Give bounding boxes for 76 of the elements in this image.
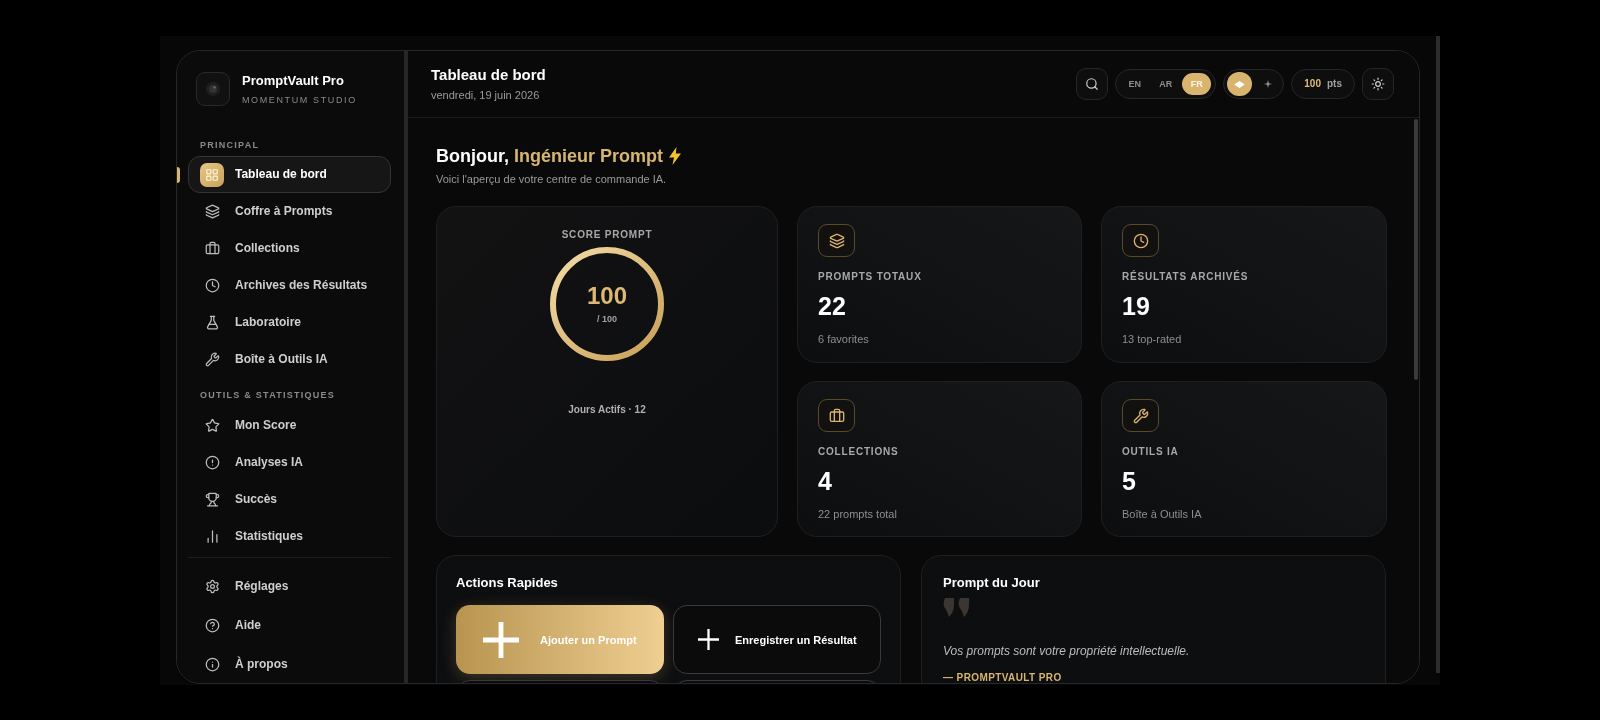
lightning-icon — [669, 147, 682, 165]
diamond-icon — [1234, 80, 1246, 88]
bar-chart-icon — [204, 529, 220, 544]
plus-icon — [483, 621, 519, 658]
layers-icon — [818, 224, 855, 257]
stat-value: 4 — [818, 466, 832, 496]
page-title: Tableau de bord — [431, 66, 546, 84]
quote-author: — PROMPTVAULT PRO — [943, 672, 1062, 683]
star-icon — [204, 418, 220, 433]
quote-text: Vos prompts sont votre propriété intellectuelle. — [943, 644, 1190, 659]
sidebar-item[interactable]: Statistiques — [188, 518, 391, 555]
language-option[interactable]: EN — [1120, 73, 1150, 95]
clock-icon — [204, 278, 220, 293]
theme-button[interactable] — [1362, 68, 1394, 100]
grid-icon — [200, 162, 224, 187]
stat-note: 13 top-rated — [1122, 332, 1182, 346]
sun-icon — [1371, 77, 1385, 91]
score-label: SCORE PROMPT — [561, 229, 653, 241]
sidebar-item[interactable]: Archives des Résultats — [188, 267, 391, 304]
info-icon — [204, 657, 220, 672]
briefcase-icon — [818, 399, 855, 432]
sidebar-item[interactable]: Laboratoire — [188, 304, 391, 341]
greeting-heading: Bonjour, Ingénieur Prompt — [436, 145, 664, 167]
page-date: vendredi, 19 juin 2026 — [431, 89, 541, 102]
sidebar-item[interactable]: Succès — [188, 481, 391, 518]
clock-icon — [1122, 224, 1159, 257]
stat-value: 5 — [1122, 466, 1136, 496]
stat-label: OUTILS IA — [1122, 445, 1179, 458]
settings-icon — [204, 579, 220, 594]
theme-option[interactable] — [1227, 72, 1253, 96]
quote-icon — [943, 598, 971, 617]
stat-label: PROMPTS TOTAUX — [818, 270, 922, 283]
plus-icon — [698, 629, 719, 650]
sidebar-item[interactable]: Collections — [188, 230, 391, 267]
card-title: Prompt du Jour — [943, 575, 1040, 591]
help-icon — [204, 618, 220, 633]
points-value: 100 — [1304, 78, 1321, 90]
section-label: OUTILS & STATISTIQUES — [200, 390, 336, 401]
active-days: Jours Actifs · 12 — [568, 404, 646, 416]
trophy-icon — [204, 492, 220, 507]
sidebar-item[interactable]: Boîte à Outils IA — [188, 341, 391, 378]
sidebar-item[interactable]: Analyses IA — [188, 444, 391, 481]
wrench-icon — [204, 352, 220, 367]
sidebar-item[interactable]: Coffre à Prompts — [188, 193, 391, 230]
sidebar-item[interactable]: Aide — [188, 606, 391, 645]
section-label: PRINCIPAL — [200, 140, 260, 151]
stat-value: 22 — [818, 291, 846, 321]
brand-name: PromptVault Pro — [242, 72, 345, 89]
sidebar-item[interactable]: Mon Score — [188, 407, 391, 444]
points-unit: pts — [1327, 78, 1342, 90]
action-button[interactable]: Enregistrer un Résultat — [673, 605, 881, 674]
card-title: Actions Rapides — [456, 575, 559, 591]
wrench-icon — [1122, 399, 1159, 432]
sidebar-item[interactable]: À propos — [188, 645, 391, 683]
stat-note: 6 favorites — [818, 332, 869, 346]
stat-label: RÉSULTATS ARCHIVÉS — [1122, 270, 1249, 283]
stat-note: Boîte à Outils IA — [1122, 507, 1202, 521]
flask-icon — [204, 315, 220, 330]
stat-note: 22 prompts total — [818, 507, 897, 521]
logo-icon — [196, 72, 230, 106]
layers-icon — [204, 204, 220, 219]
score-max: / 100 — [597, 314, 617, 325]
sidebar-item[interactable]: Réglages — [188, 567, 391, 606]
search-icon — [1085, 77, 1100, 91]
sparkle-icon — [1263, 80, 1272, 88]
score-value: 100 — [586, 283, 627, 309]
alert-icon — [204, 455, 220, 470]
briefcase-icon — [204, 241, 220, 256]
greeting-subtitle: Voici l'aperçu de votre centre de commande IA. — [436, 172, 668, 186]
language-option[interactable]: AR — [1151, 73, 1181, 95]
stat-value: 19 — [1122, 291, 1150, 321]
stat-label: COLLECTIONS — [818, 445, 899, 458]
search-button[interactable] — [1076, 68, 1109, 100]
active-indicator — [177, 167, 180, 183]
page-scrollbar-thumb[interactable] — [1436, 36, 1440, 673]
brand-subtitle: MOMENTUM STUDIO — [242, 94, 357, 106]
